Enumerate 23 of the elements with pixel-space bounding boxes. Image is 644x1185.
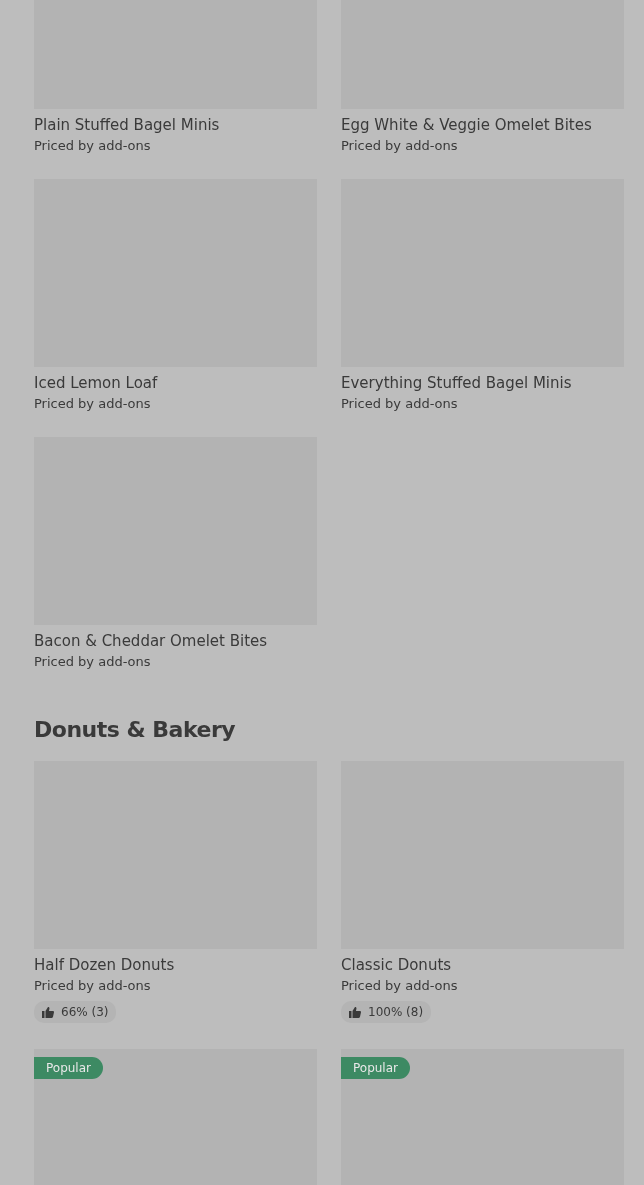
item-price-note: Priced by add-ons [34, 137, 152, 155]
item-name: Bacon & Cheddar Omelet Bites [34, 631, 269, 651]
thumbs-up-icon [42, 1006, 54, 1018]
thumbs-up-icon [349, 1006, 361, 1018]
item-price-note: Priced by add-ons [341, 137, 459, 155]
item-name: Half Dozen Donuts [34, 955, 176, 975]
item-name: Classic Donuts [341, 955, 453, 975]
section-heading: Donuts & Bakery [34, 716, 237, 744]
item-price-note: Priced by add-ons [341, 977, 459, 995]
image-placeholder[interactable]: Popular [341, 1048, 624, 1185]
rating-text: 100% (8) [368, 1004, 424, 1021]
rating-text: 66% (3) [61, 1004, 109, 1021]
image-placeholder[interactable]: Popular [34, 1048, 317, 1185]
item-price-note: Priced by add-ons [341, 395, 459, 413]
item-name: Everything Stuffed Bagel Minis [341, 373, 573, 393]
item-name: Plain Stuffed Bagel Minis [34, 115, 221, 135]
item-price-note: Priced by add-ons [34, 653, 152, 671]
popular-badge: Popular [341, 1056, 410, 1079]
item-price-note: Priced by add-ons [34, 977, 152, 995]
popular-badge: Popular [34, 1056, 103, 1079]
item-name: Egg White & Veggie Omelet Bites [341, 115, 593, 135]
item-name: Iced Lemon Loaf [34, 373, 159, 393]
item-price-note: Priced by add-ons [34, 395, 152, 413]
